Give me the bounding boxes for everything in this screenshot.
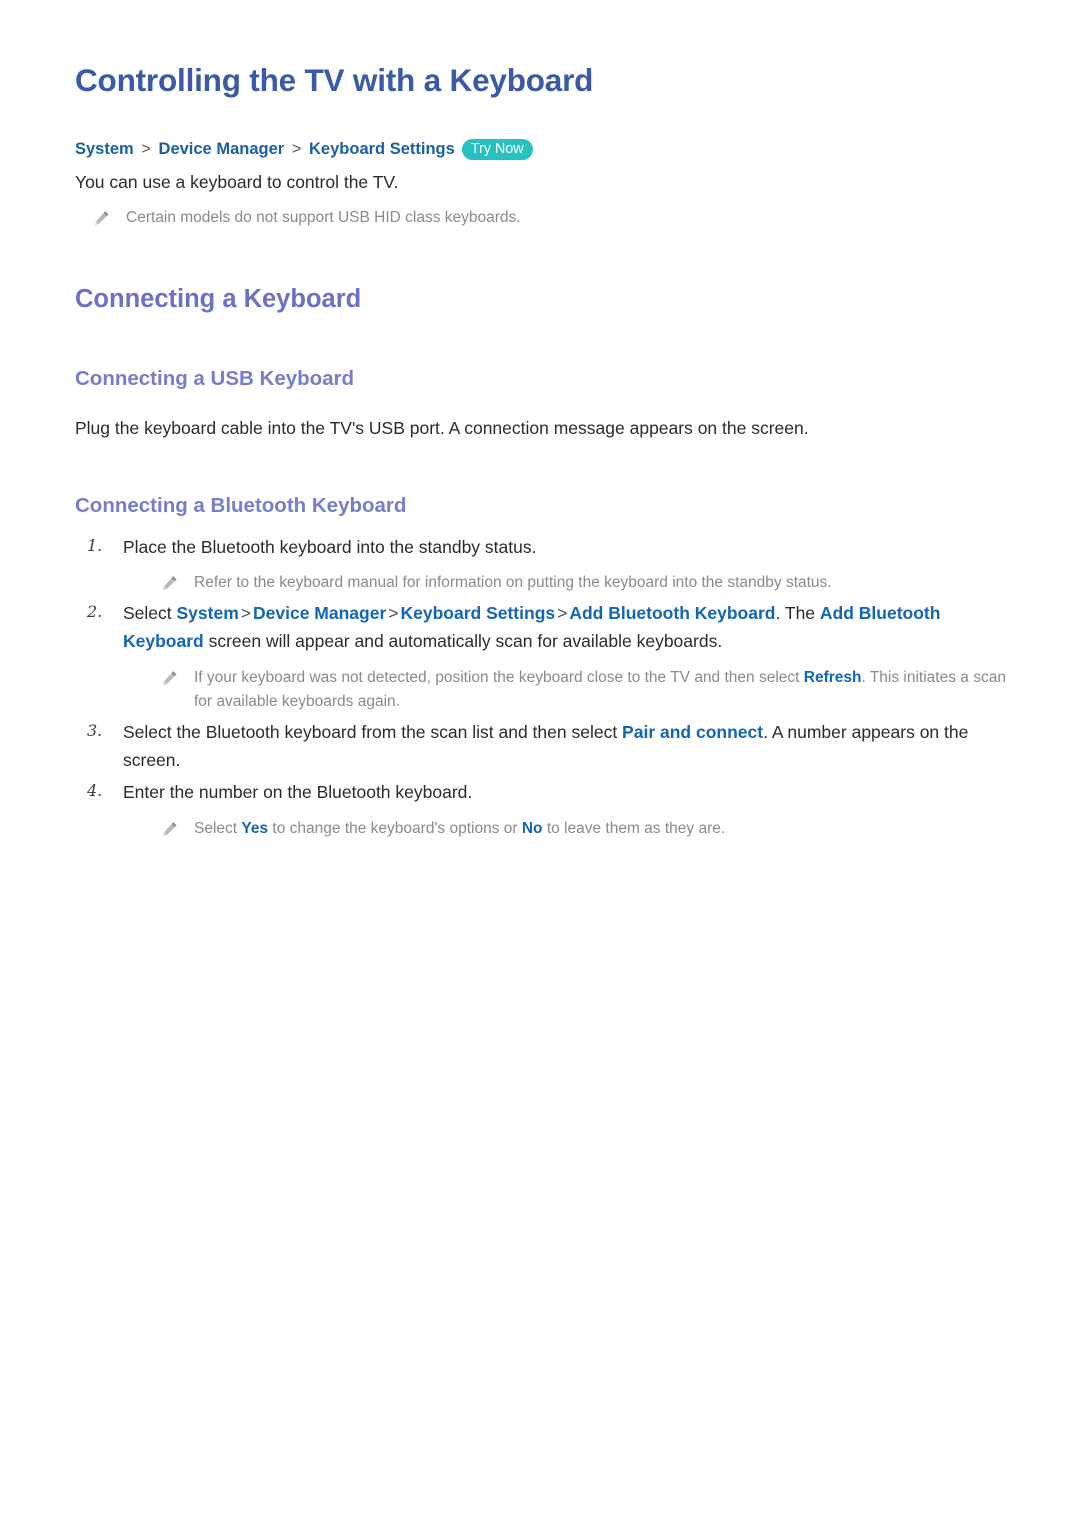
try-now-badge[interactable]: Try Now [461,139,533,161]
note-mid: to change the keyboard's options or [268,819,522,837]
subsection-heading-bluetooth-keyboard: Connecting a Bluetooth Keyboard [75,494,407,518]
link-keyboard-settings[interactable]: Keyboard Settings [401,603,556,623]
document-page: Controlling the TV with a Keyboard Syste… [0,0,1080,1527]
link-refresh[interactable]: Refresh [804,669,862,686]
link-no[interactable]: No [522,820,543,837]
breadcrumb-item-keyboard-settings[interactable]: Keyboard Settings [309,140,455,158]
breadcrumb-separator: > [141,140,151,159]
step-text: Enter the number on the Bluetooth keyboa… [123,782,473,803]
breadcrumb-item-system[interactable]: System [75,140,134,158]
step-note: If your keyboard was not detected, posit… [161,666,1010,714]
step-note: Refer to the keyboard manual for informa… [161,571,1010,595]
breadcrumb-separator: > [291,140,302,159]
note-pre: Select [194,819,242,837]
link-pair-and-connect[interactable]: Pair and connect [622,722,763,742]
subsection-heading-usb-keyboard: Connecting a USB Keyboard [75,366,355,390]
list-item: 2. Select System > Device Manager > Keyboard… [75,599,1010,714]
page-title: Controlling the TV with a Keyboard [75,62,594,98]
step-text: Place the Bluetooth keyboard into the st… [123,536,537,557]
link-yes[interactable]: Yes [241,820,268,837]
pencil-icon [161,670,178,687]
intro-paragraph: You can use a keyboard to control the TV… [75,171,399,192]
breadcrumb-item-device-manager[interactable]: Device Manager [159,140,285,158]
step-note-body: If your keyboard was not detected, posit… [194,666,1010,714]
path-separator: > [240,603,251,624]
list-item: 3. Select the Bluetooth keyboard from th… [75,718,1010,775]
note-post: to leave them as they are. [542,819,726,837]
section-heading-connecting-a-keyboard: Connecting a Keyboard [75,284,362,313]
step-number: 4. [87,781,103,801]
step-number: 1. [87,535,103,555]
step-tail: screen will appear and automatically sca… [203,631,723,652]
step-lead: Select the Bluetooth keyboard from the s… [123,721,623,742]
intro-note: Certain models do not support USB HID cl… [93,206,1010,230]
step-mid: . The [775,603,820,624]
link-add-bluetooth-keyboard[interactable]: Add Bluetooth Keyboard [569,603,775,623]
step-note: Select Yes to change the keyboard's opti… [161,817,1010,841]
link-system[interactable]: System [177,603,239,623]
usb-paragraph: Plug the keyboard cable into the TV's US… [75,418,809,439]
step-lead: Select [123,603,177,624]
list-item: 1. Place the Bluetooth keyboard into the… [75,533,1010,595]
note-pre: If your keyboard was not detected, posit… [194,668,804,686]
link-device-manager[interactable]: Device Manager [253,603,386,623]
pencil-icon [161,575,178,592]
intro-note-text: Certain models do not support USB HID cl… [126,208,521,226]
path-separator: > [388,603,399,624]
pencil-icon [161,821,178,838]
pencil-icon [93,210,110,227]
bluetooth-steps-list: 1. Place the Bluetooth keyboard into the… [75,533,1010,841]
step-note-body: Select Yes to change the keyboard's opti… [194,817,1010,841]
step-number: 3. [87,720,103,740]
list-item: 4. Enter the number on the Bluetooth key… [75,778,1010,840]
breadcrumb: System > Device Manager > Keyboard Setti… [75,137,1010,162]
step-note-text: Refer to the keyboard manual for informa… [194,574,832,592]
step-number: 2. [87,602,103,622]
path-separator: > [557,603,568,624]
